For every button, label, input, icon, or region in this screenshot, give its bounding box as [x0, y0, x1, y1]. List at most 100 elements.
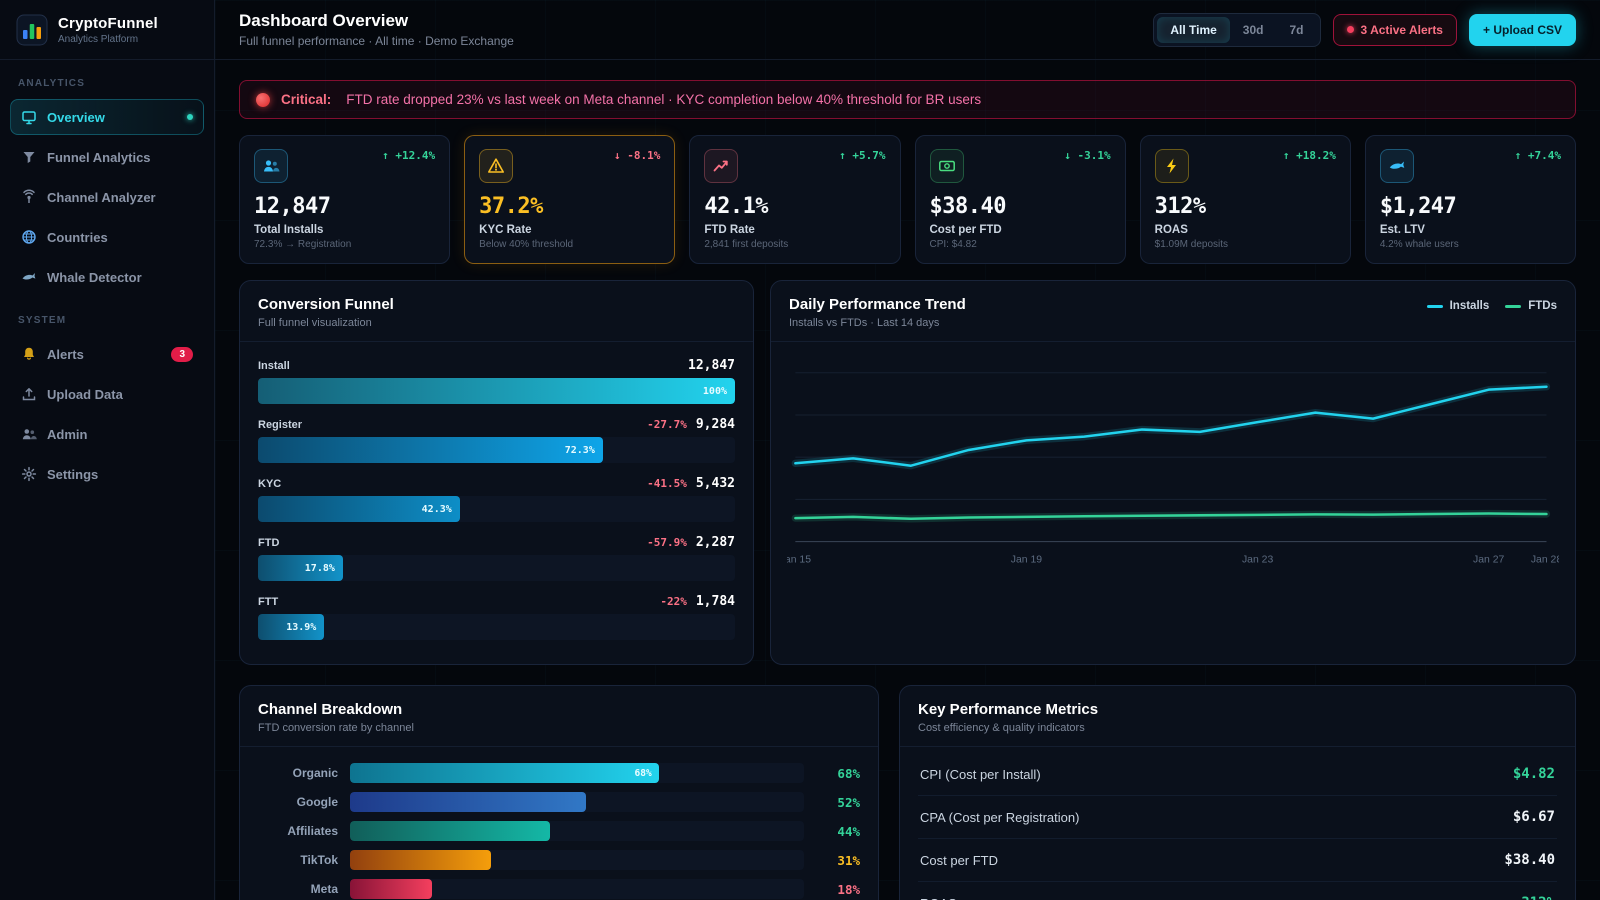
tab-30d[interactable]: 30d [1230, 17, 1277, 43]
legend-label: FTDs [1528, 300, 1557, 312]
sidebar-section-analytics: ANALYTICS [0, 60, 214, 97]
funnel-stage-ftt: FTT-22%1,784 13.9% [258, 594, 735, 640]
sidebar-section-system: SYSTEM [0, 297, 214, 334]
svg-text:Jan 27: Jan 27 [1473, 555, 1504, 566]
stage-label: FTT [258, 596, 278, 608]
stage-label: KYC [258, 478, 281, 490]
sidebar-item-whale-detector[interactable]: Whale Detector [10, 259, 204, 295]
whale-icon [21, 269, 37, 285]
kpi-label: ROAS [1155, 224, 1336, 236]
legend-installs[interactable]: Installs [1427, 300, 1490, 312]
channel-value: 18% [816, 882, 860, 897]
nav-label: Alerts [47, 347, 84, 362]
kpi-delta: ↓ -8.1% [614, 149, 660, 162]
page-subtitle: Full funnel performance · All time · Dem… [239, 34, 514, 48]
kpi-delta: ↑ +18.2% [1283, 149, 1336, 162]
funnel-icon [21, 149, 37, 165]
legend-ftds[interactable]: FTDs [1505, 300, 1557, 312]
kpi-label: Cost per FTD [930, 224, 1111, 236]
funnel-bar: 72.3% [258, 437, 603, 463]
panel-title: Channel Breakdown [258, 701, 414, 718]
sidebar-item-alerts[interactable]: Alerts 3 [10, 336, 204, 372]
app-subtitle: Analytics Platform [58, 34, 158, 45]
funnel-bar: 42.3% [258, 496, 460, 522]
kpi-sub: 2,841 first deposits [704, 239, 885, 250]
upload-csv-button[interactable]: + Upload CSV [1469, 14, 1576, 46]
ftds-swatch-icon [1505, 305, 1521, 308]
nav-label: Whale Detector [47, 270, 142, 285]
kpi-card-cost-per-ftd: ↓ -3.1% $38.40 Cost per FTD CPI: $4.82 [915, 135, 1126, 264]
active-dot [187, 114, 193, 120]
tab-all-time[interactable]: All Time [1157, 17, 1229, 43]
legend-label: Installs [1450, 300, 1490, 312]
kpi-sub: 4.2% whale users [1380, 239, 1561, 250]
channel-value: 31% [816, 853, 860, 868]
metric-label: ROAS [920, 896, 957, 900]
page-title: Dashboard Overview [239, 11, 514, 31]
svg-text:Jan 15: Jan 15 [787, 555, 811, 566]
banner-severity: Critical: [281, 92, 331, 107]
app-title: CryptoFunnel [58, 15, 158, 32]
stage-value: 2,287 [696, 535, 735, 550]
sidebar: CryptoFunnel Analytics Platform ANALYTIC… [0, 0, 215, 900]
time-range-segmented-control: All Time 30d 7d [1153, 13, 1320, 47]
channel-bar [350, 850, 491, 870]
channel-value: 52% [816, 795, 860, 810]
svg-text:Jan 23: Jan 23 [1242, 555, 1273, 566]
channel-row-affiliates: Affiliates 44% [258, 821, 860, 841]
kpi-value: $38.40 [930, 194, 1111, 219]
stage-value: 5,432 [696, 476, 735, 491]
sidebar-item-channel-analyzer[interactable]: Channel Analyzer [10, 179, 204, 215]
chart-icon [704, 149, 738, 183]
globe-icon [21, 229, 37, 245]
channel-label: Meta [258, 882, 338, 896]
panel-subtitle: Cost efficiency & quality indicators [918, 722, 1098, 734]
metric-row-cpi: CPI (Cost per Install) $4.82 [918, 753, 1557, 796]
nav-label: Funnel Analytics [47, 150, 151, 165]
stage-pct: 100% [703, 386, 727, 397]
active-alerts-button[interactable]: 3 Active Alerts [1333, 14, 1457, 46]
sidebar-item-funnel-analytics[interactable]: Funnel Analytics [10, 139, 204, 175]
funnel-stage-install: Install12,847 100% [258, 358, 735, 404]
svg-text:Jan 19: Jan 19 [1011, 555, 1042, 566]
channel-bar [350, 821, 550, 841]
panel-title: Conversion Funnel [258, 296, 394, 313]
sidebar-item-overview[interactable]: Overview [10, 99, 204, 135]
kpi-delta: ↑ +5.7% [839, 149, 885, 162]
stage-label: Install [258, 360, 290, 372]
tab-7d[interactable]: 7d [1276, 17, 1316, 43]
kpi-value: 12,847 [254, 194, 435, 219]
daily-performance-trend-panel: Daily Performance Trend Installs vs FTDs… [770, 280, 1576, 665]
sidebar-item-upload-data[interactable]: Upload Data [10, 376, 204, 412]
channel-row-google: Google 52% [258, 792, 860, 812]
money-icon [930, 149, 964, 183]
active-alerts-label: 3 Active Alerts [1361, 23, 1443, 37]
sidebar-item-settings[interactable]: Settings [10, 456, 204, 492]
kpi-value: 312% [1155, 194, 1336, 219]
kpi-card-ftd-rate: ↑ +5.7% 42.1% FTD Rate 2,841 first depos… [689, 135, 900, 264]
stage-change: -41.5% [647, 477, 687, 490]
whale-icon [1380, 149, 1414, 183]
panel-subtitle: Full funnel visualization [258, 317, 394, 329]
panel-title: Key Performance Metrics [918, 701, 1098, 718]
stage-label: Register [258, 419, 302, 431]
sidebar-item-admin[interactable]: Admin [10, 416, 204, 452]
metric-label: CPI (Cost per Install) [920, 767, 1041, 782]
funnel-bar: 100% [258, 378, 735, 404]
bolt-icon [1155, 149, 1189, 183]
metric-value: $6.67 [1513, 809, 1555, 825]
channel-row-tiktok: TikTok 31% [258, 850, 860, 870]
kpi-delta: ↓ -3.1% [1064, 149, 1110, 162]
kpi-card-roas: ↑ +18.2% 312% ROAS $1.09M deposits [1140, 135, 1351, 264]
kpi-label: KYC Rate [479, 224, 660, 236]
stage-pct: 17.8% [305, 563, 335, 574]
critical-alert-banner: Critical: FTD rate dropped 23% vs last w… [239, 80, 1576, 119]
sidebar-item-countries[interactable]: Countries [10, 219, 204, 255]
main-area: Dashboard Overview Full funnel performan… [215, 0, 1600, 900]
nav-label: Settings [47, 467, 98, 482]
upload-icon [21, 386, 37, 402]
stage-change: -22% [660, 595, 687, 608]
kpi-card-kyc-rate: ↓ -8.1% 37.2% KYC Rate Below 40% thresho… [464, 135, 675, 264]
channel-breakdown-panel: Channel Breakdown FTD conversion rate by… [239, 685, 879, 900]
gear-icon [21, 466, 37, 482]
